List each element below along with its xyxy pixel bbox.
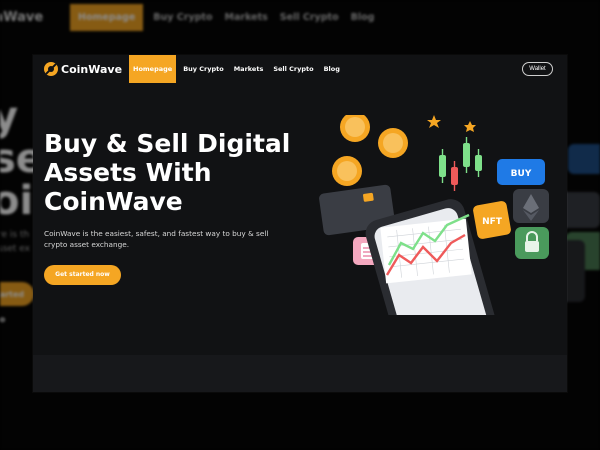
star-icon bbox=[427, 115, 476, 132]
buy-card: BUY bbox=[497, 159, 545, 185]
page-preview-modal: CoinWave Homepage Buy Crypto Markets Sel… bbox=[33, 55, 567, 392]
background-nav-buy-crypto: Buy Crypto bbox=[153, 11, 213, 23]
nav-markets[interactable]: Markets bbox=[229, 55, 269, 83]
coin-logo-icon bbox=[44, 62, 58, 76]
nft-card: NFT bbox=[473, 201, 511, 239]
brand-name: CoinWave bbox=[61, 62, 123, 76]
hero-illustration: BUY NFT bbox=[319, 115, 549, 315]
background-brand: nWave bbox=[0, 9, 44, 25]
hero-description-line-2: crypto asset exchange. bbox=[44, 240, 130, 249]
background-cta: tarted no bbox=[0, 282, 34, 324]
background-nav-sell-crypto: Sell Crypto bbox=[279, 11, 339, 23]
background-cta-label: tarted no bbox=[0, 290, 25, 324]
hero-title: Buy & Sell Digital Assets With CoinWave bbox=[44, 129, 294, 216]
lock-icon bbox=[515, 227, 549, 259]
background-nav-markets: Markets bbox=[224, 11, 268, 23]
hero-title-line-2: Assets With bbox=[44, 158, 212, 187]
background-hero-description: re is th sset ex bbox=[0, 228, 30, 256]
background-navbar: nWave Homepage Buy Crypto Markets Sell C… bbox=[0, 3, 600, 31]
nft-label: NFT bbox=[482, 217, 503, 227]
hero-description-line-1: CoinWave is the easiest, safest, and fas… bbox=[44, 229, 269, 238]
hero-title-line-3: CoinWave bbox=[44, 187, 183, 216]
candlestick-icons bbox=[439, 137, 482, 191]
bitcoin-coin-icon bbox=[332, 115, 408, 186]
nav-links: Homepage Buy Crypto Markets Sell Crypto … bbox=[129, 55, 345, 83]
get-started-button[interactable]: Get started now bbox=[44, 265, 121, 285]
background-nav-blog: Blog bbox=[350, 11, 375, 23]
nav-homepage[interactable]: Homepage bbox=[129, 55, 177, 83]
background-nav-homepage: Homepage bbox=[70, 3, 144, 31]
nav-sell-crypto[interactable]: Sell Crypto bbox=[268, 55, 318, 83]
nav-blog[interactable]: Blog bbox=[319, 55, 345, 83]
background-desc-line-2: sset ex bbox=[0, 244, 31, 254]
buy-label: BUY bbox=[511, 169, 532, 179]
background-desc-line-1: re is th bbox=[0, 230, 30, 240]
background-tile-blue bbox=[568, 144, 600, 174]
footer-strip bbox=[33, 355, 567, 392]
hero-title-line-1: Buy & Sell Digital bbox=[44, 129, 291, 158]
wallet-button[interactable]: Wallet bbox=[522, 62, 553, 76]
nav-buy-crypto[interactable]: Buy Crypto bbox=[178, 55, 229, 83]
brand[interactable]: CoinWave bbox=[44, 62, 129, 76]
hero-description: CoinWave is the easiest, safest, and fas… bbox=[44, 228, 284, 250]
navbar: CoinWave Homepage Buy Crypto Markets Sel… bbox=[33, 55, 567, 83]
ethereum-icon bbox=[513, 189, 549, 223]
